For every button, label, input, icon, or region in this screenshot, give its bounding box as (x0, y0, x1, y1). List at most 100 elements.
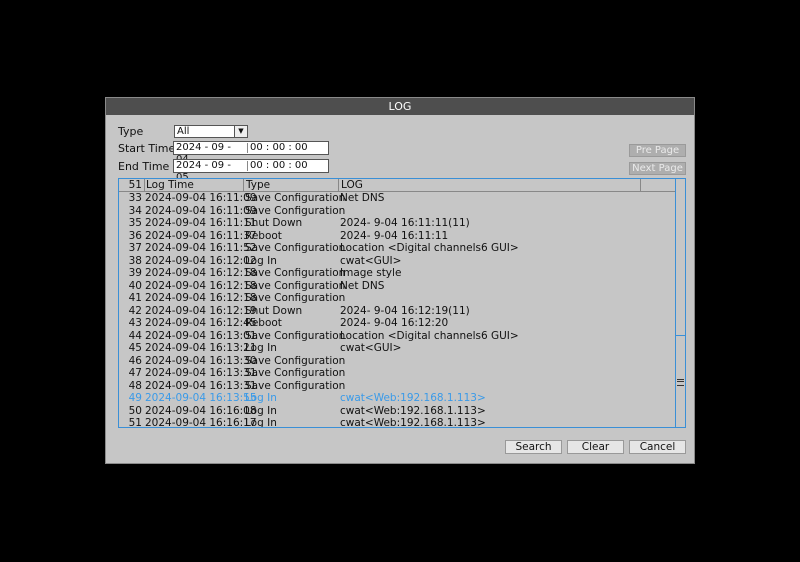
table-row[interactable]: 41 2024-09-04 16:12:18 Save Configuration (119, 292, 676, 305)
table-row[interactable]: 33 2024-09-04 16:11:09 Save Configuration N… (119, 192, 676, 205)
table-row[interactable]: 38 2024-09-04 16:12:02 Log In cwat<GUI> (119, 255, 676, 268)
row-number: 33 (128, 192, 142, 204)
table-row[interactable]: 43 2024-09-04 16:12:45 Reboot 2024- 9-04 16… (119, 317, 676, 330)
cancel-button[interactable]: Cancel (629, 440, 686, 454)
row-type: Log In (245, 254, 277, 267)
dialog-title: LOG (106, 98, 694, 115)
type-select-value: All (177, 126, 190, 137)
table-row[interactable]: 49 2024-09-04 16:13:55 Log In cwat<Web:192.… (119, 392, 676, 405)
row-log: 2024- 9-04 16:11:11(11) (340, 217, 470, 229)
row-type: Save Configuration (245, 379, 346, 392)
search-button[interactable]: Search (505, 440, 562, 454)
column-divider (640, 179, 641, 191)
row-number: 46 (128, 354, 142, 367)
table-row[interactable]: 45 2024-09-04 16:13:21 Log In cwat<GUI> (119, 342, 676, 355)
clear-button[interactable]: Clear (567, 440, 624, 454)
row-type: Save Configuration (245, 354, 346, 367)
row-log-time: 2024-09-04 16:16:17 (145, 417, 257, 428)
table-row[interactable]: 47 2024-09-04 16:13:31 Save Configuration (119, 367, 676, 380)
row-number: 42 (128, 304, 142, 317)
table-row[interactable]: 36 2024-09-04 16:11:37 Reboot 2024- 9-04 16… (119, 230, 676, 243)
row-type: Log In (245, 342, 277, 354)
row-log-time: 2024-09-04 16:12:45 (145, 317, 257, 329)
row-log: cwat<Web:192.168.1.113> (340, 392, 486, 404)
row-log-time: 2024-09-04 16:12:18 (145, 267, 257, 279)
table-row[interactable]: 35 2024-09-04 16:11:11 Shut Down 2024- 9-04… (119, 217, 676, 230)
row-type: Save Configuration (245, 192, 346, 204)
row-number: 38 (128, 254, 142, 267)
row-log: Location <Digital channels6 GUI> (340, 329, 519, 342)
row-type: Save Configuration (245, 292, 346, 304)
row-log-time: 2024-09-04 16:13:30 (145, 354, 257, 367)
header-count: 51 (128, 179, 142, 191)
field-divider (247, 143, 248, 153)
chevron-down-icon[interactable]: ▼ (234, 126, 247, 137)
row-log-time: 2024-09-04 16:12:02 (145, 254, 257, 267)
row-type: Log In (245, 417, 277, 428)
row-log-time: 2024-09-04 16:13:01 (145, 329, 257, 342)
end-time-label: End Time (118, 160, 170, 173)
row-type: Save Configuration (245, 242, 346, 254)
row-log-time: 2024-09-04 16:11:52 (145, 242, 257, 254)
row-log: cwat<GUI> (340, 342, 402, 354)
table-body: 33 2024-09-04 16:11:09 Save Configuration N… (119, 192, 676, 428)
table-row[interactable]: 37 2024-09-04 16:11:52 Save Configuration L… (119, 242, 676, 255)
row-type: Log In (245, 404, 277, 417)
header-type[interactable]: Type (246, 179, 270, 191)
table-row[interactable]: 39 2024-09-04 16:12:18 Save Configuration I… (119, 267, 676, 280)
row-number: 43 (128, 317, 142, 329)
row-log: Location <Digital channels6 GUI> (340, 242, 519, 254)
type-select[interactable]: All ▼ (174, 125, 248, 138)
row-type: Log In (245, 392, 277, 404)
start-time-field[interactable]: 2024 - 09 - 04 00 : 00 : 00 (173, 141, 329, 165)
row-number: 45 (128, 342, 142, 354)
scrollbar[interactable] (675, 179, 685, 427)
field-divider (247, 161, 248, 171)
row-log-time: 2024-09-04 16:13:31 (145, 379, 257, 392)
row-log: cwat<Web:192.168.1.113> (340, 404, 486, 417)
row-type: Reboot (245, 317, 282, 329)
row-log: Net DNS (340, 192, 385, 204)
row-number: 44 (128, 329, 142, 342)
row-number: 50 (128, 404, 142, 417)
column-divider (243, 179, 244, 191)
row-log-time: 2024-09-04 16:12:18 (145, 292, 257, 304)
row-number: 35 (128, 217, 142, 229)
row-log: 2024- 9-04 16:11:11 (340, 229, 449, 242)
table-row[interactable]: 44 2024-09-04 16:13:01 Save Configuration L… (119, 330, 676, 343)
next-page-button[interactable]: Next Page (629, 162, 686, 175)
header-log-time[interactable]: Log Time (146, 179, 194, 191)
row-log-time: 2024-09-04 16:12:18 (145, 279, 257, 292)
row-log-time: 2024-09-04 16:12:19 (145, 304, 257, 317)
end-time-field[interactable]: 2024 - 09 - 05 00 : 00 : 00 (173, 159, 329, 183)
row-type: Shut Down (245, 304, 303, 317)
row-type: Shut Down (245, 217, 303, 229)
log-dialog: LOG Type All ▼ Start Time 2024 - 09 - 04… (105, 97, 695, 464)
scrollbar-thumb[interactable] (676, 335, 685, 427)
grip-icon (677, 379, 684, 386)
table-row[interactable]: 42 2024-09-04 16:12:19 Shut Down 2024- 9-04… (119, 305, 676, 318)
table-row[interactable]: 48 2024-09-04 16:13:31 Save Configuration (119, 380, 676, 393)
row-log-time: 2024-09-04 16:16:08 (145, 404, 257, 417)
header-log[interactable]: LOG (341, 179, 363, 191)
row-number: 36 (128, 229, 142, 242)
row-type: Save Configuration (245, 267, 346, 279)
table-row[interactable]: 34 2024-09-04 16:11:09 Save Configuration (119, 205, 676, 218)
table-row[interactable]: 50 2024-09-04 16:16:08 Log In cwat<Web:192.… (119, 405, 676, 418)
table-header: 51 Log Time Type LOG (119, 179, 676, 192)
start-time-label: Start Time (118, 142, 176, 155)
start-time-value[interactable]: 00 : 00 : 00 (250, 142, 326, 154)
row-number: 40 (128, 279, 142, 292)
row-log: Net DNS (340, 279, 385, 292)
row-number: 48 (128, 379, 142, 392)
table-row[interactable]: 40 2024-09-04 16:12:18 Save Configuration N… (119, 280, 676, 293)
table-row[interactable]: 46 2024-09-04 16:13:30 Save Configuration (119, 355, 676, 368)
row-log-time: 2024-09-04 16:13:31 (145, 367, 257, 379)
end-time-value[interactable]: 00 : 00 : 00 (250, 160, 326, 172)
row-log-time: 2024-09-04 16:13:55 (145, 392, 257, 404)
row-number: 41 (128, 292, 142, 304)
table-row[interactable]: 51 2024-09-04 16:16:17 Log In cwat<Web:192.… (119, 417, 676, 428)
pre-page-button[interactable]: Pre Page (629, 144, 686, 157)
row-log: Image style (340, 267, 402, 279)
row-number: 34 (128, 204, 142, 217)
